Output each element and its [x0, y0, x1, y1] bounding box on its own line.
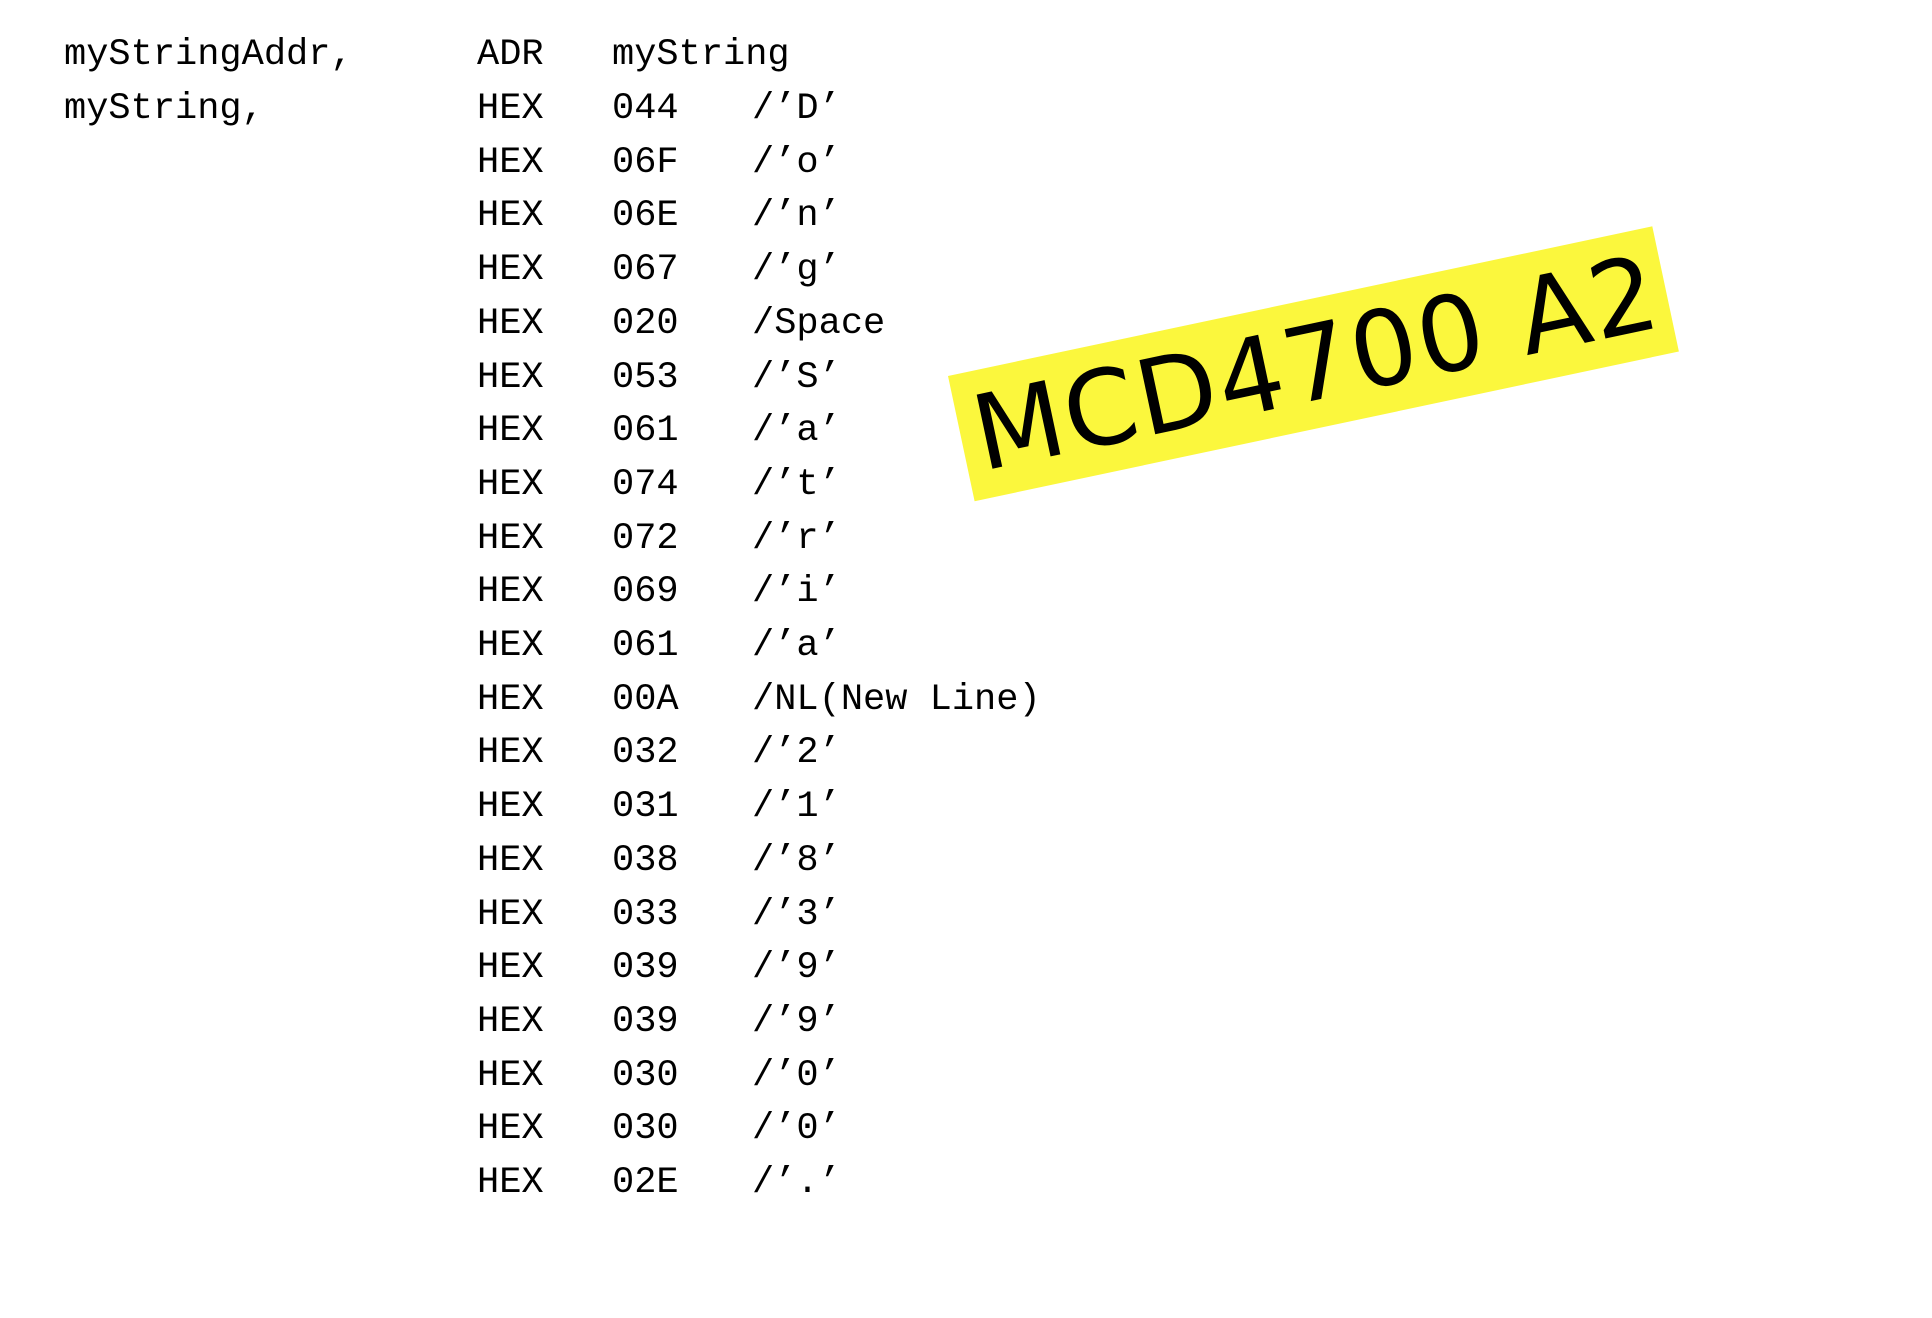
code-opcode: HEX [477, 517, 544, 560]
code-opcode: HEX [477, 88, 544, 130]
code-comment: /’r’ [752, 517, 841, 560]
code-operand: 044 [612, 88, 679, 130]
code-comment: /’9’ [752, 1000, 841, 1043]
code-opcode: HEX [477, 947, 544, 990]
code-comment: /’.’ [752, 1162, 841, 1204]
code-comment: /’t’ [752, 463, 841, 506]
code-operand: 039 [612, 1000, 679, 1043]
code-opcode: HEX [477, 625, 544, 667]
code-operand: 02E [612, 1162, 679, 1204]
code-opcode: HEX [477, 1108, 544, 1151]
code-opcode: HEX [477, 463, 544, 506]
code-comment: /’0’ [752, 1054, 841, 1097]
code-operand: 072 [612, 517, 679, 560]
code-operand: 06E [612, 195, 679, 238]
code-comment: /’D’ [752, 88, 841, 130]
code-operand: 00A [612, 678, 679, 721]
code-line-header: myStringAddr, ADR myString [0, 28, 790, 82]
code-comment: /’3’ [752, 893, 841, 936]
code-comment: /’a’ [752, 625, 841, 667]
code-operand: 074 [612, 463, 679, 506]
code-label: myString, [64, 88, 264, 130]
code-comment: /’9’ [752, 947, 841, 990]
code-comment: /’1’ [752, 786, 841, 829]
code-operand: 030 [612, 1054, 679, 1097]
code-operand: 069 [612, 571, 679, 614]
code-comment: /NL(New Line) [752, 678, 1041, 721]
code-operand: 06F [612, 141, 679, 184]
code-operand: 032 [612, 732, 679, 775]
stamp-text: MCD4700 A2 [962, 231, 1670, 496]
course-code-stamp: MCD4700 A2 [948, 226, 1679, 502]
code-operand: 030 [612, 1108, 679, 1151]
code-opcode: HEX [477, 410, 544, 453]
code-opcode: HEX [477, 356, 544, 399]
code-operand: 053 [612, 356, 679, 399]
code-comment: /’g’ [752, 249, 841, 292]
code-opcode: ADR [477, 34, 544, 76]
code-operand: 067 [612, 249, 679, 292]
code-comment: /’8’ [752, 839, 841, 882]
code-comment: /’a’ [752, 410, 841, 453]
code-comment: /’2’ [752, 732, 841, 775]
code-operand: 061 [612, 625, 679, 667]
code-opcode: HEX [477, 249, 544, 292]
code-operand: 020 [612, 302, 679, 345]
code-operand: 031 [612, 786, 679, 829]
code-operand: 033 [612, 893, 679, 936]
code-opcode: HEX [477, 302, 544, 345]
code-comment: /’n’ [752, 195, 841, 238]
code-opcode: HEX [477, 141, 544, 184]
code-opcode: HEX [477, 195, 544, 238]
code-operand: 061 [612, 410, 679, 453]
code-label: myStringAddr, [64, 34, 353, 76]
code-opcode: HEX [477, 1054, 544, 1097]
code-comment: /Space [752, 302, 886, 345]
code-opcode: HEX [477, 1000, 544, 1043]
code-opcode: HEX [477, 786, 544, 829]
code-operand: 038 [612, 839, 679, 882]
code-opcode: HEX [477, 893, 544, 936]
code-opcode: HEX [477, 571, 544, 614]
code-opcode: HEX [477, 1162, 544, 1204]
code-operand: 039 [612, 947, 679, 990]
code-opcode: HEX [477, 678, 544, 721]
code-opcode: HEX [477, 732, 544, 775]
code-comment: /’0’ [752, 1108, 841, 1151]
code-comment: /’i’ [752, 571, 841, 614]
code-comment: /’o’ [752, 141, 841, 184]
code-opcode: HEX [477, 839, 544, 882]
code-operand: myString [612, 34, 790, 76]
code-comment: /’S’ [752, 356, 841, 399]
